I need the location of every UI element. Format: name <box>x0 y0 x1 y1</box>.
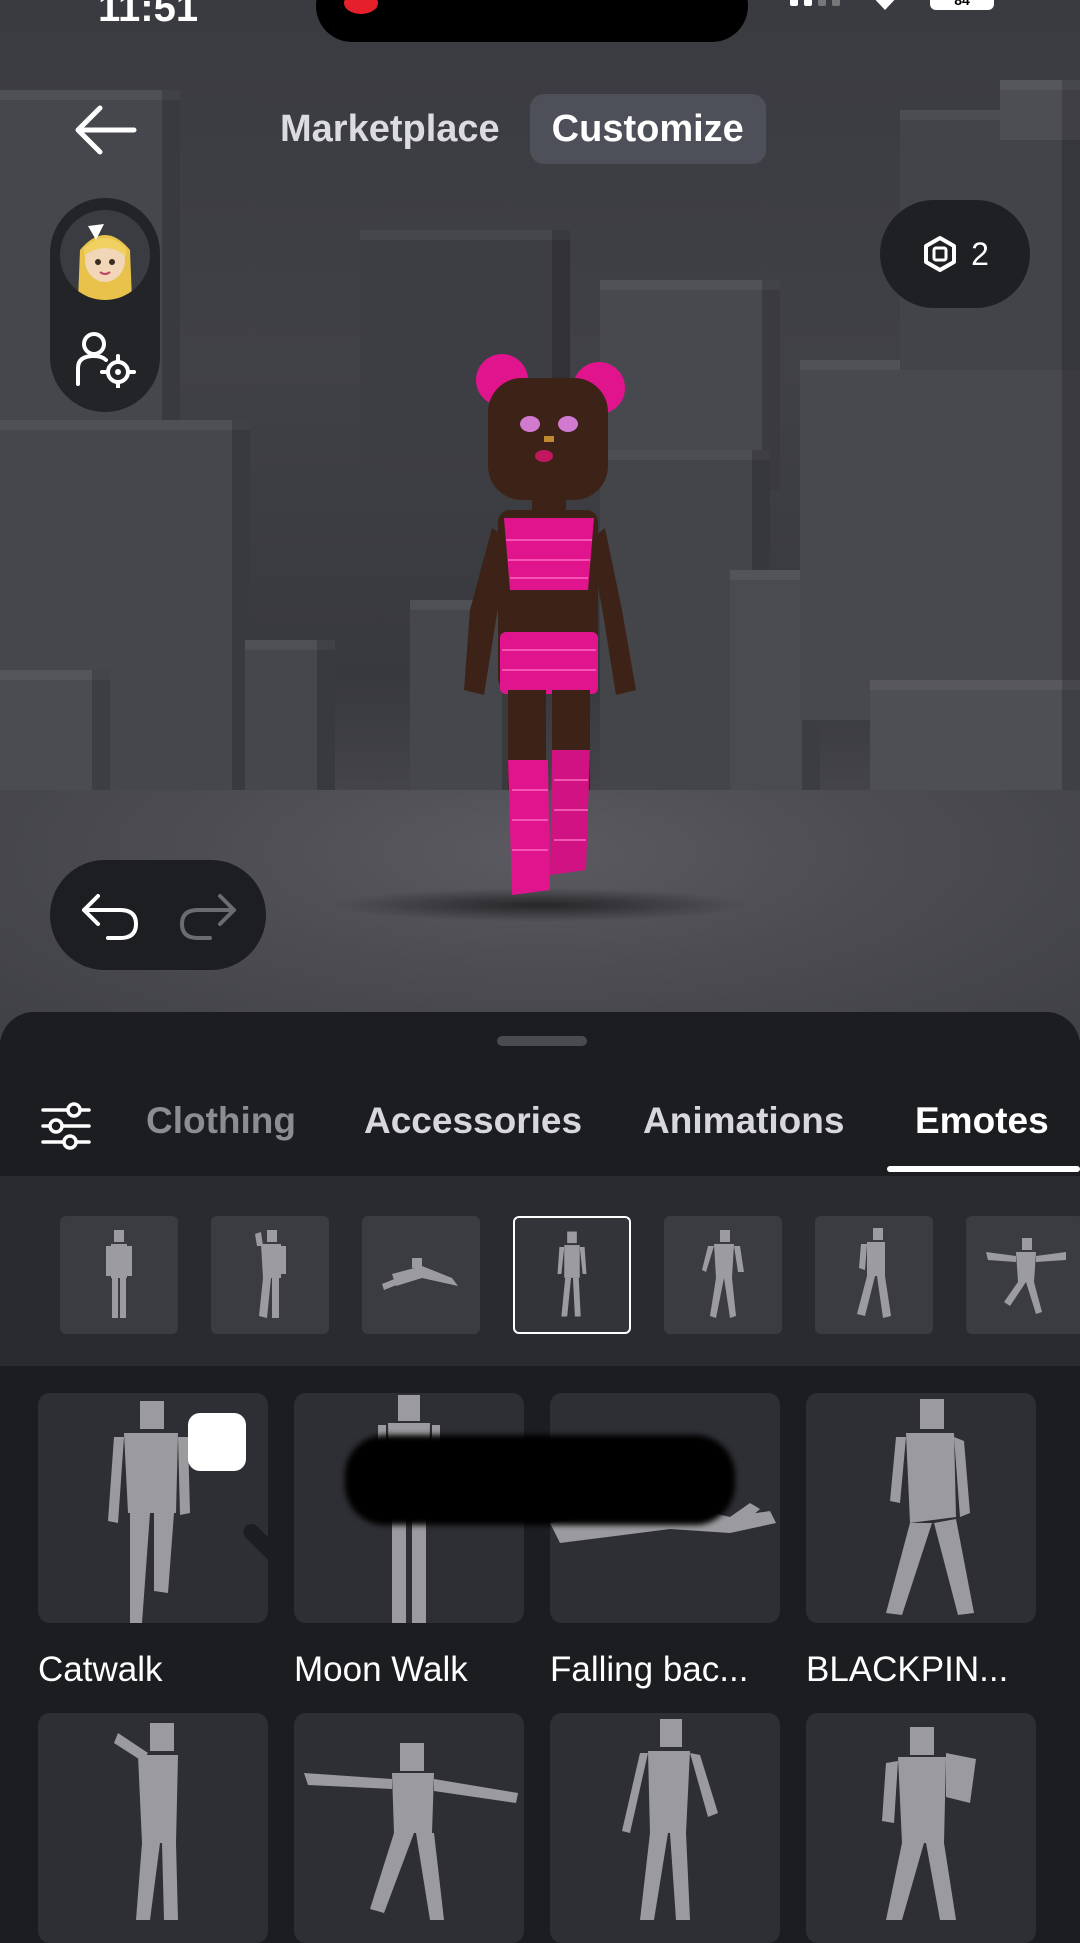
robux-icon <box>924 236 957 272</box>
background-block <box>245 640 335 810</box>
status-icons: 84 <box>790 0 994 10</box>
emote-card-catwalk[interactable] <box>38 1393 268 1623</box>
figure-lying-icon[interactable] <box>362 1216 480 1334</box>
filter-sliders-icon[interactable] <box>40 1102 92 1150</box>
avatar-settings-icon[interactable] <box>72 328 138 388</box>
emote-card[interactable] <box>550 1713 780 1943</box>
avatar-switcher <box>50 198 160 412</box>
wifi-icon <box>875 0 895 10</box>
sheet-drag-handle[interactable] <box>497 1036 587 1046</box>
emote-card[interactable] <box>806 1713 1036 1943</box>
equipped-check-icon <box>188 1413 268 1560</box>
tab-animations[interactable]: Animations <box>643 1100 844 1142</box>
background-block <box>800 360 1080 720</box>
tab-emotes[interactable]: Emotes <box>915 1100 1049 1142</box>
emote-label-falling-back: Falling bac... <box>550 1650 749 1689</box>
signal-icon <box>790 0 840 6</box>
dynamic-island <box>316 0 748 42</box>
robux-amount: 2 <box>971 235 989 272</box>
figure-standing-icon[interactable] <box>60 1216 178 1334</box>
figure-pose-icon[interactable] <box>211 1216 329 1334</box>
tab-customize[interactable]: Customize <box>529 94 766 164</box>
avatar-thumbnail[interactable] <box>60 210 150 300</box>
figure-walking-icon[interactable] <box>513 1216 631 1334</box>
robux-balance[interactable]: 2 <box>880 200 1030 308</box>
emote-label-moon-walk: Moon Walk <box>294 1650 468 1689</box>
redaction-overlay <box>345 1435 735 1525</box>
redo-icon[interactable] <box>176 888 240 944</box>
undo-redo-controls <box>50 860 266 970</box>
tab-clothing[interactable]: Clothing <box>146 1100 296 1142</box>
emote-card[interactable] <box>294 1713 524 1943</box>
background-block <box>1000 80 1080 140</box>
back-arrow-icon[interactable] <box>70 100 140 160</box>
undo-icon[interactable] <box>78 888 142 944</box>
figure-dancing-icon[interactable] <box>664 1216 782 1334</box>
emote-card[interactable] <box>38 1713 268 1943</box>
emote-card-blackpink[interactable] <box>806 1393 1036 1623</box>
figure-jumping-icon[interactable] <box>966 1216 1080 1334</box>
active-tab-indicator <box>887 1166 1080 1172</box>
tab-accessories[interactable]: Accessories <box>364 1100 582 1142</box>
avatar-preview-scene[interactable]: 11:51 84 Marketplace Customize 2 <box>0 0 1080 1040</box>
figure-running-icon[interactable] <box>815 1216 933 1334</box>
emote-subcategory-strip <box>0 1176 1080 1366</box>
battery-icon: 84 <box>930 0 994 10</box>
tab-marketplace[interactable]: Marketplace <box>258 94 522 164</box>
emote-label-catwalk: Catwalk <box>38 1650 163 1689</box>
status-time: 11:51 <box>98 0 199 30</box>
emote-label-blackpink: BLACKPIN... <box>806 1650 1009 1689</box>
top-tab-bar: Marketplace Customize <box>258 94 766 164</box>
avatar-character[interactable] <box>440 350 650 910</box>
